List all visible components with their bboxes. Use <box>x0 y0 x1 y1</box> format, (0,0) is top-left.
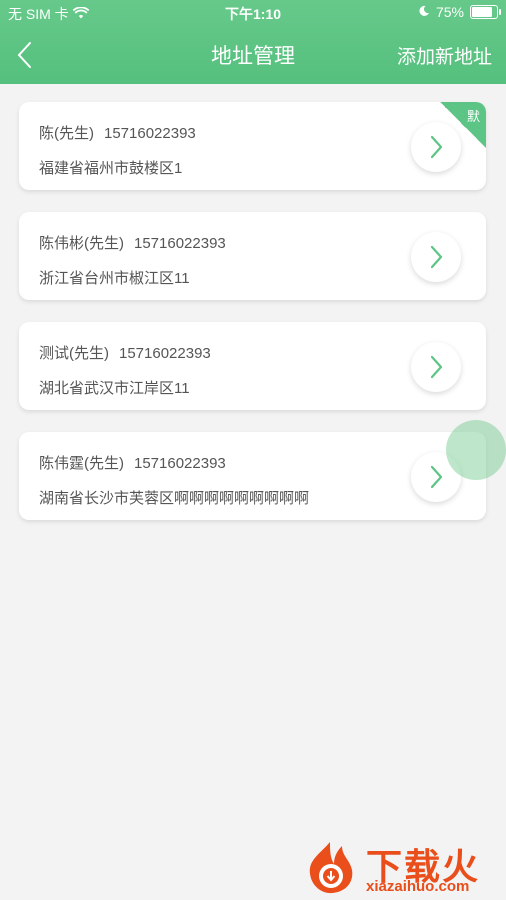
default-badge-label: 默 <box>466 109 480 124</box>
address-text: 浙江省台州市椒江区11 <box>39 270 190 287</box>
flame-logo-icon <box>309 842 353 894</box>
battery-icon <box>470 5 501 19</box>
contact-name: 陈伟彬(先生) <box>39 235 124 252</box>
chevron-right-icon <box>430 135 443 159</box>
touch-indicator <box>446 420 506 480</box>
chevron-right-icon <box>430 355 443 379</box>
contact-phone: 15716022393 <box>134 235 226 252</box>
address-text: 湖南省长沙市芙蓉区啊啊啊啊啊啊啊啊啊 <box>39 490 310 507</box>
status-bar: 无 SIM 卡 下午1:10 75% <box>0 0 506 26</box>
edit-address-button[interactable] <box>411 122 461 172</box>
address-card[interactable]: 陈伟彬(先生) 15716022393 浙江省台州市椒江区11 <box>19 212 486 300</box>
status-right: 75% <box>418 4 501 20</box>
address-card[interactable]: 测试(先生) 15716022393 湖北省武汉市江岸区11 <box>19 322 486 410</box>
contact-phone: 15716022393 <box>134 455 226 472</box>
watermark-url: xiazaihuo.com <box>366 878 470 895</box>
contact-line: 测试(先生) 15716022393 <box>39 342 211 363</box>
contact-name: 陈(先生) <box>39 125 94 142</box>
contact-phone: 15716022393 <box>119 345 211 362</box>
battery-fill <box>472 7 492 17</box>
moon-icon <box>418 4 430 20</box>
contact-line: 陈伟霆(先生) 15716022393 <box>39 452 226 473</box>
chevron-right-icon <box>430 245 443 269</box>
contact-line: 陈(先生) 15716022393 <box>39 122 196 143</box>
contact-name: 陈伟霆(先生) <box>39 455 124 472</box>
edit-address-button[interactable] <box>411 342 461 392</box>
battery-percent: 75% <box>435 4 464 20</box>
address-text: 福建省福州市鼓楼区1 <box>39 160 183 177</box>
edit-address-button[interactable] <box>411 232 461 282</box>
watermark-logo: 下载火 xiazaihuo.com <box>300 836 500 898</box>
chevron-right-icon <box>430 465 443 489</box>
add-address-button[interactable]: 添加新地址 <box>397 42 492 69</box>
contact-name: 测试(先生) <box>39 345 109 362</box>
nav-bar: 地址管理 添加新地址 <box>0 26 506 84</box>
address-card[interactable]: 陈伟霆(先生) 15716022393 湖南省长沙市芙蓉区啊啊啊啊啊啊啊啊啊 <box>19 432 486 520</box>
address-text: 湖北省武汉市江岸区11 <box>39 380 190 397</box>
contact-phone: 15716022393 <box>104 125 196 142</box>
contact-line: 陈伟彬(先生) 15716022393 <box>39 232 226 253</box>
app-header: 无 SIM 卡 下午1:10 75% 地址管理 添加新地址 <box>0 0 506 84</box>
address-card[interactable]: 陈(先生) 15716022393 福建省福州市鼓楼区1 默 <box>19 102 486 190</box>
